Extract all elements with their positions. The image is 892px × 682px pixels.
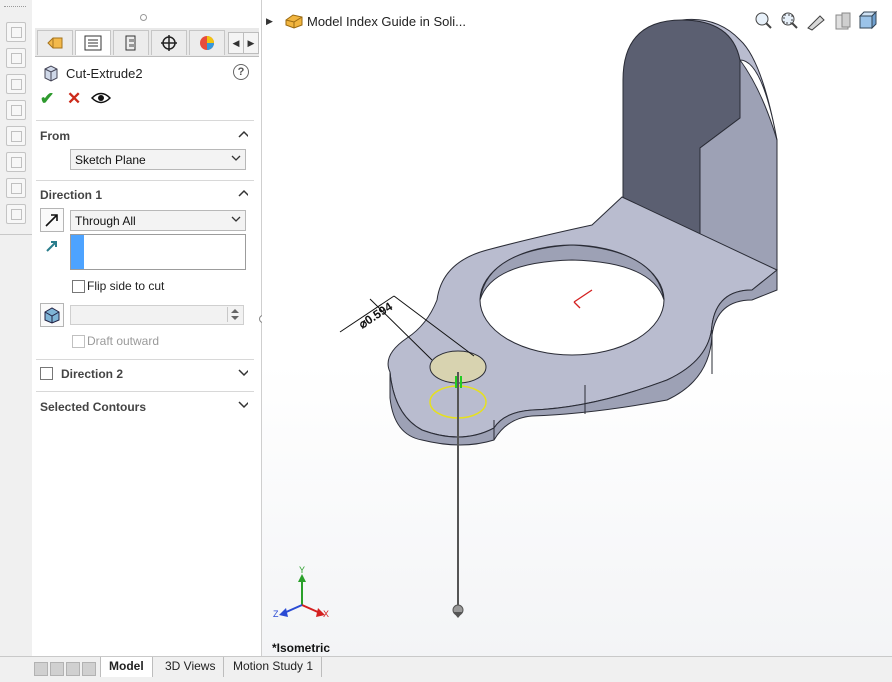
draft-angle-spinner[interactable] (227, 307, 242, 322)
weld-symbol-icon[interactable] (6, 126, 26, 146)
tab-configuration-manager[interactable] (113, 30, 149, 55)
reverse-direction-button[interactable] (40, 208, 64, 232)
property-manager-panel: ◀ ▶ Cut-Extrude2 ? ✔ ✕ From Sketch Plane… (32, 0, 262, 660)
cut-extrude-icon (44, 65, 58, 82)
reverse-direction-icon (45, 214, 58, 227)
tab-property-manager[interactable] (75, 30, 111, 55)
flip-side-label: Flip side to cut (87, 279, 165, 293)
toolbar-divider (0, 234, 32, 235)
bottom-tab-bar: Model 3D Views Motion Study 1 (0, 656, 892, 682)
collapse-chevron-icon[interactable] (238, 188, 248, 198)
section-divider (36, 120, 254, 121)
help-button[interactable]: ? (233, 64, 249, 80)
smart-dimension-icon[interactable] (6, 22, 26, 42)
previous-tab-icon[interactable] (50, 662, 64, 676)
tab-scroll-left-icon[interactable]: ◀ (228, 32, 244, 54)
view-orientation-label: *Isometric (272, 641, 331, 655)
chevron-down-icon (231, 155, 241, 161)
flip-side-checkbox[interactable] (72, 280, 85, 293)
y-axis-label: Y (299, 565, 305, 575)
first-tab-icon[interactable] (34, 662, 48, 676)
x-axis-label: X (323, 609, 329, 619)
section-divider (36, 359, 254, 360)
start-condition-select[interactable]: Sketch Plane (70, 149, 246, 170)
feature-title: Cut-Extrude2 (66, 66, 143, 81)
z-axis-label: Z (273, 609, 279, 619)
tab-display-manager[interactable] (189, 30, 225, 55)
tab-feature-manager[interactable] (37, 30, 73, 55)
panel-pin-icon[interactable] (140, 14, 147, 21)
draft-angle-input[interactable] (70, 305, 244, 325)
ok-button[interactable]: ✔ (40, 89, 54, 109)
section-divider (36, 391, 254, 392)
property-manager-icon (84, 35, 102, 51)
direction1-section-header[interactable]: Direction 1 (40, 188, 102, 202)
from-section-header[interactable]: From (40, 129, 70, 143)
draft-icon (44, 307, 60, 324)
end-condition-select[interactable]: Through All (70, 210, 246, 231)
draft-outward-checkbox[interactable] (72, 335, 85, 348)
direction-vector-icon (46, 241, 57, 252)
tab-dimxpert-manager[interactable] (151, 30, 187, 55)
start-condition-value: Sketch Plane (75, 153, 146, 167)
end-condition-value: Through All (75, 214, 136, 228)
spinner-arrows-icon (231, 309, 239, 320)
draft-toggle-button[interactable] (40, 303, 64, 327)
dimxpert-icon (161, 35, 177, 51)
feature-manager-icon (47, 37, 63, 49)
next-tab-icon[interactable] (66, 662, 80, 676)
chevron-down-icon (231, 216, 241, 222)
section-divider (36, 180, 254, 181)
direction2-checkbox[interactable] (40, 367, 53, 380)
preview-eye-icon[interactable] (91, 91, 111, 105)
cancel-button[interactable]: ✕ (67, 89, 81, 109)
text-icon[interactable] (6, 48, 26, 68)
tab-3d-views[interactable]: 3D Views (157, 657, 225, 677)
selected-contours-section-header[interactable]: Selected Contours (40, 400, 146, 414)
configuration-manager-icon (125, 35, 136, 51)
toolbar-gripper[interactable] (4, 6, 26, 9)
tab-motion-study-1[interactable]: Motion Study 1 (225, 657, 323, 677)
last-tab-icon[interactable] (82, 662, 96, 676)
sketch-toolbar (0, 0, 33, 660)
surface-finish-icon[interactable] (6, 178, 26, 198)
direction2-section-header[interactable]: Direction 2 (61, 367, 123, 381)
property-manager-header: Cut-Extrude2 ? (40, 64, 255, 84)
direction-of-extrusion-field[interactable] (70, 234, 246, 270)
display-manager-icon (200, 36, 214, 50)
collapse-chevron-icon[interactable] (238, 129, 248, 139)
view-triad: Y X Z (273, 565, 329, 619)
selection-box-color-indicator (71, 235, 84, 269)
model-viewport[interactable]: ⌀0.594 Y X Z (262, 0, 892, 660)
balloon-icon[interactable] (6, 100, 26, 120)
datum-icon[interactable] (6, 152, 26, 172)
expand-chevron-icon[interactable] (238, 400, 248, 410)
manager-tabs: ◀ ▶ (35, 28, 259, 57)
tab-scroll-right-icon[interactable]: ▶ (243, 32, 259, 54)
draft-outward-label: Draft outward (87, 334, 160, 348)
expand-chevron-icon[interactable] (238, 368, 248, 378)
hole-callout-icon[interactable] (6, 204, 26, 224)
note-icon[interactable] (6, 74, 26, 94)
tab-model[interactable]: Model (100, 657, 153, 677)
